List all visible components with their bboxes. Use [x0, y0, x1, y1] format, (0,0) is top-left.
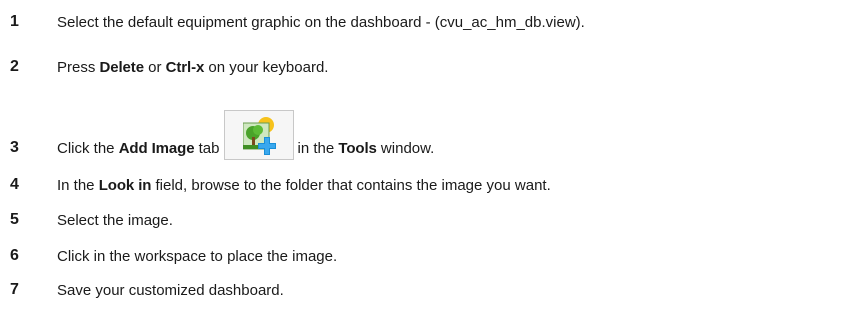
key-delete: Delete: [99, 58, 145, 76]
step-text: Click in the workspace to place the imag…: [57, 247, 338, 265]
step-7: 7 Save your customized dashboard.: [10, 278, 284, 302]
text-fragment: Click the: [57, 140, 119, 157]
step-text: Select the default equipment graphic on …: [57, 13, 585, 31]
text-fragment: in the: [297, 140, 339, 157]
step-2: 2 Press Delete or Ctrl-x on your keyboar…: [10, 55, 328, 79]
step-1: 1 Select the default equipment graphic o…: [10, 10, 585, 34]
text-fragment: tab: [194, 140, 220, 157]
key-ctrl-x: Ctrl-x: [165, 58, 205, 76]
text-fragment: In the: [57, 176, 99, 194]
step-number: 7: [10, 281, 19, 298]
ui-label-tools: Tools: [338, 140, 377, 157]
text-fragment: Press: [57, 58, 100, 76]
step-text: Save your customized dashboard.: [57, 281, 284, 299]
step-3: 3 Click the Add Image tab in the Tools w…: [10, 100, 434, 160]
add-image-icon: [242, 117, 276, 155]
text-fragment: on your keyboard.: [204, 58, 329, 76]
step-number: 5: [10, 211, 19, 228]
ui-label-look-in: Look in: [98, 176, 152, 194]
ui-label-add-image: Add Image: [118, 140, 195, 157]
text-fragment: window.: [376, 140, 435, 157]
step-number: 3: [10, 139, 19, 156]
step-4: 4 In the Look in field, browse to the fo…: [10, 173, 551, 197]
step-text: in the Tools window.: [298, 140, 435, 160]
step-text: Click the Add Image tab: [57, 140, 220, 160]
step-6: 6 Click in the workspace to place the im…: [10, 244, 337, 268]
step-number: 1: [10, 13, 19, 30]
step-number: 2: [10, 58, 19, 75]
add-image-tab-icon[interactable]: [223, 110, 294, 160]
text-fragment: or: [143, 58, 166, 76]
step-5: 5 Select the image.: [10, 208, 173, 232]
step-text: Select the image.: [57, 211, 173, 229]
step-text: Press Delete or Ctrl-x on your keyboard.: [57, 59, 328, 76]
step-text: In the Look in field, browse to the fold…: [57, 177, 551, 194]
text-fragment: field, browse to the folder that contain…: [151, 176, 551, 194]
step-number: 6: [10, 247, 19, 264]
step-number: 4: [10, 176, 19, 193]
procedure-steps: 1 Select the default equipment graphic o…: [0, 0, 859, 325]
